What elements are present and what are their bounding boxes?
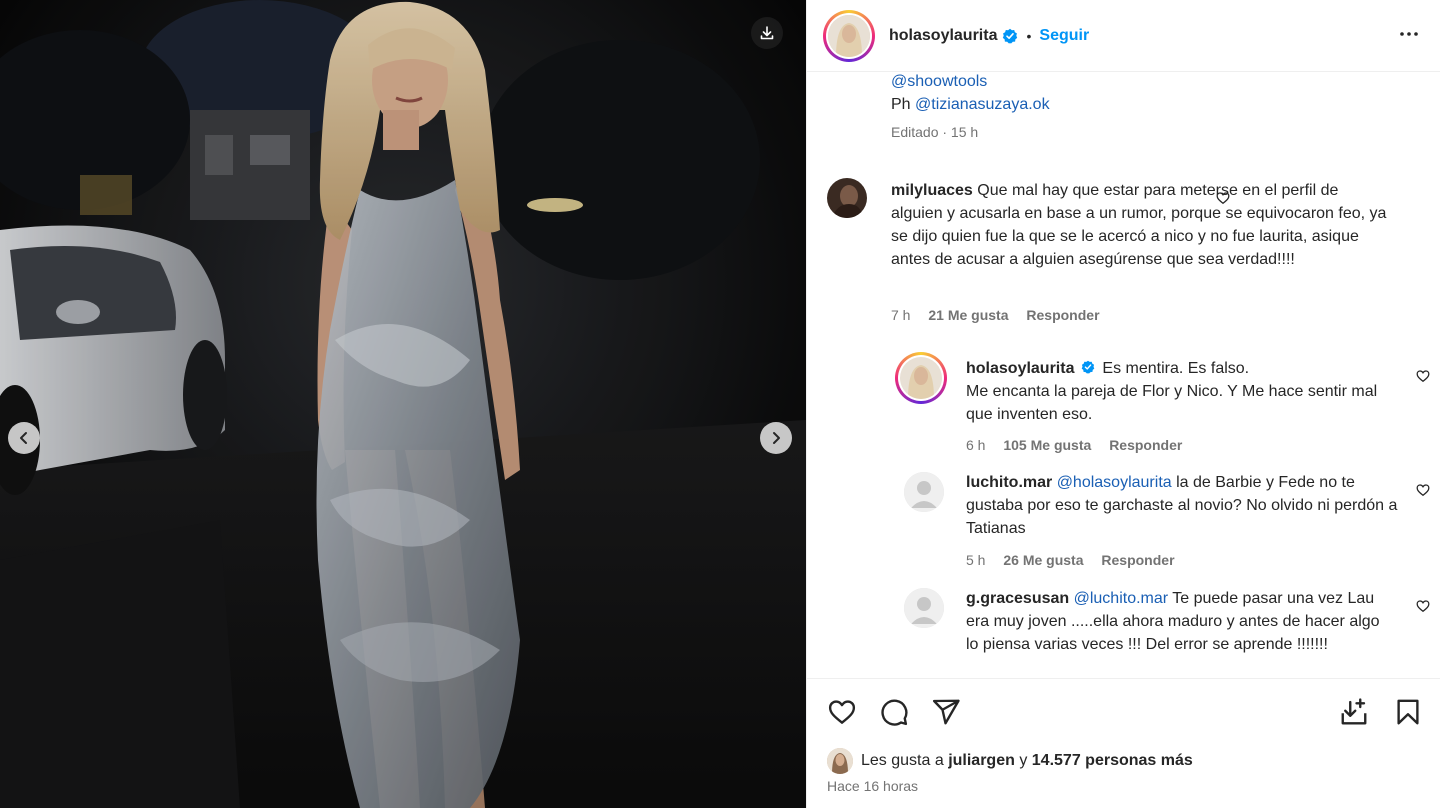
reply-meta: 6 h 105 Me gusta Responder <box>966 437 1196 453</box>
likes-summary: Les gusta a juliargen y 14.577 personas … <box>827 748 1193 774</box>
commenter-avatar[interactable] <box>827 178 867 218</box>
reply-button[interactable]: Responder <box>1026 307 1099 323</box>
caption-mention-photographer[interactable]: @tizianasuzaya.ok <box>915 96 1050 113</box>
comment-reply: holasoylaurita Es mentira. Es falso. Me … <box>895 352 1430 462</box>
reply-author-avatar[interactable] <box>895 352 947 404</box>
heart-icon[interactable] <box>827 697 857 727</box>
post-time: Hace 16 horas <box>827 778 919 794</box>
post-media[interactable] <box>0 0 806 808</box>
author-username[interactable]: holasoylaurita <box>889 27 997 45</box>
reply-username[interactable]: g.gracesusan <box>966 590 1069 607</box>
reply-meta: 5 h 26 Me gusta Responder <box>966 552 1189 568</box>
reply-text: g.gracesusan @luchito.mar Te puede pasar… <box>966 587 1386 656</box>
reply-text: holasoylaurita Es mentira. Es falso. Me … <box>966 357 1396 426</box>
liker-avatar-image <box>827 748 853 774</box>
author-avatar-image <box>828 14 870 57</box>
reply-button[interactable]: Responder <box>1109 437 1182 453</box>
post-side-panel: holasoylaurita • Seguir @shoowtools Ph @… <box>806 0 1440 808</box>
caption-edited-time: Editado · 15 h <box>891 124 979 140</box>
follow-button[interactable]: Seguir <box>1039 27 1089 45</box>
paper-plane-icon[interactable] <box>931 697 961 727</box>
likes-user[interactable]: juliargen <box>948 752 1015 770</box>
download-icon <box>760 26 774 40</box>
comment-username[interactable]: milyluaces <box>891 182 973 199</box>
reply-likes[interactable]: 105 Me gusta <box>1003 437 1091 453</box>
next-image-button[interactable] <box>760 422 792 454</box>
verified-badge-icon <box>1003 28 1018 43</box>
comment-icon[interactable] <box>879 697 909 727</box>
reply-mention[interactable]: @luchito.mar <box>1074 590 1169 607</box>
default-avatar-icon <box>904 588 944 628</box>
instagram-post-view: holasoylaurita • Seguir @shoowtools Ph @… <box>0 0 1440 808</box>
reply-button[interactable]: Responder <box>1101 552 1174 568</box>
comment-reply: luchito.mar @holasoylaurita la de Barbie… <box>895 470 1430 570</box>
caption-mention-shoowtools[interactable]: @shoowtools <box>891 73 987 90</box>
likes-prefix: Les gusta a <box>861 752 944 769</box>
likes-others[interactable]: 14.577 personas más <box>1032 752 1193 770</box>
default-avatar[interactable] <box>904 588 944 628</box>
download-button[interactable] <box>751 17 783 49</box>
default-avatar[interactable] <box>904 472 944 512</box>
more-horizontal-icon[interactable] <box>1397 22 1421 46</box>
heart-icon[interactable] <box>1416 599 1430 613</box>
comments-scroll-area[interactable]: @shoowtools Ph @tizianasuzaya.ok Editado… <box>807 72 1440 678</box>
reply-text: luchito.mar @holasoylaurita la de Barbie… <box>966 471 1406 540</box>
reply-username[interactable]: holasoylaurita <box>966 360 1074 377</box>
liker-avatar[interactable] <box>827 748 853 774</box>
reply-likes[interactable]: 26 Me gusta <box>1003 552 1083 568</box>
reply-mention[interactable]: @holasoylaurita <box>1057 474 1172 491</box>
reply-time: 5 h <box>966 552 986 568</box>
heart-icon[interactable] <box>1416 369 1430 383</box>
reply-content-line1: Es mentira. Es falso. <box>1102 360 1250 377</box>
verified-badge-icon <box>1081 360 1095 374</box>
download-to-collection-icon[interactable] <box>1339 697 1369 727</box>
post-photo <box>0 0 806 808</box>
reply-content-rest: Me encanta la pareja de Flor y Nico. Y M… <box>966 383 1378 423</box>
post-header: holasoylaurita • Seguir <box>807 0 1440 72</box>
comment-text: milyluaces Que mal hay que estar para me… <box>891 179 1391 271</box>
header-separator: • <box>1026 27 1032 44</box>
comment-time: 7 h <box>891 307 911 323</box>
chevron-right-icon <box>773 432 780 444</box>
caption: @shoowtools Ph @tizianasuzaya.ok Editado… <box>891 72 1050 144</box>
comment-meta: 7 h 21 Me gusta Responder <box>891 307 1114 323</box>
chevron-left-icon <box>20 432 27 444</box>
likes-conj: y <box>1019 752 1028 769</box>
reply-time: 6 h <box>966 437 986 453</box>
comment: milyluaces Que mal hay que estar para me… <box>827 178 1427 328</box>
post-actions-bar <box>807 678 1440 746</box>
commenter-avatar-image <box>827 178 867 218</box>
author-avatar[interactable] <box>823 9 875 62</box>
reply-username[interactable]: luchito.mar <box>966 474 1052 491</box>
previous-image-button[interactable] <box>8 422 40 454</box>
comment-reply: g.gracesusan @luchito.mar Te puede pasar… <box>895 586 1430 678</box>
default-avatar-icon <box>904 472 944 512</box>
heart-icon[interactable] <box>1416 483 1430 497</box>
reply-author-avatar-image <box>900 357 942 399</box>
heart-icon[interactable] <box>1216 191 1230 205</box>
comment-likes[interactable]: 21 Me gusta <box>928 307 1008 323</box>
caption-ph-prefix: Ph <box>891 96 911 113</box>
bookmark-icon[interactable] <box>1393 697 1423 727</box>
